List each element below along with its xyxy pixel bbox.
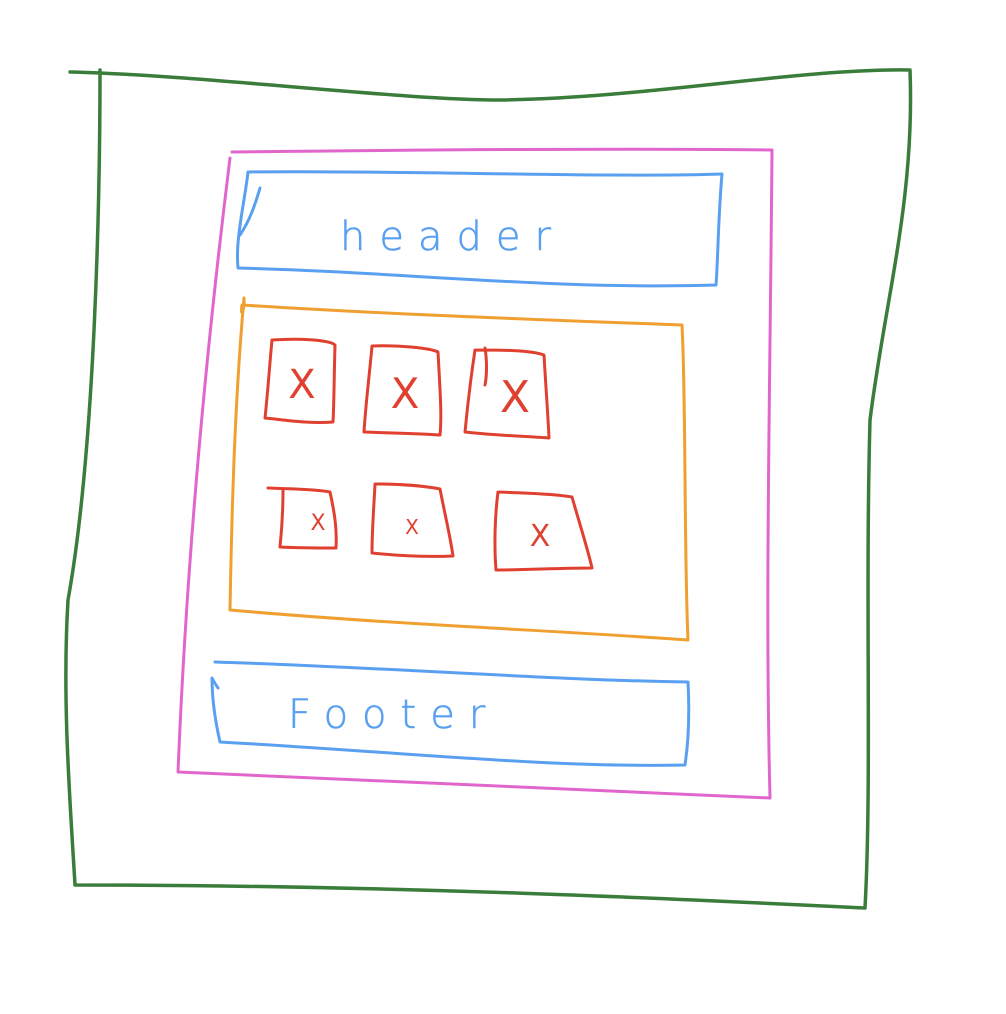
x-mark: X	[530, 519, 551, 554]
placeholder-item: X	[493, 490, 594, 572]
placeholder-item: X	[266, 486, 338, 550]
placeholder-box	[266, 486, 338, 550]
x-mark: X	[288, 362, 315, 408]
placeholder-item: X	[463, 346, 551, 440]
placeholder-item: X	[263, 337, 337, 425]
header-label: header	[340, 214, 565, 260]
content-area	[228, 296, 690, 642]
x-mark: X	[405, 515, 419, 539]
x-mark: X	[310, 511, 325, 536]
x-mark: X	[391, 369, 420, 418]
placeholder-item: X	[362, 344, 443, 437]
footer-label: Footer	[288, 692, 499, 738]
placeholder-grid: X X X X X X	[263, 337, 594, 572]
footer-box: Footer	[210, 660, 691, 767]
placeholder-item: X	[370, 482, 455, 558]
x-mark: X	[500, 372, 530, 423]
header-box: header	[235, 170, 724, 288]
wireframe-sketch: header X X X X X X Footer	[64, 68, 913, 910]
outer-frame	[64, 68, 913, 910]
